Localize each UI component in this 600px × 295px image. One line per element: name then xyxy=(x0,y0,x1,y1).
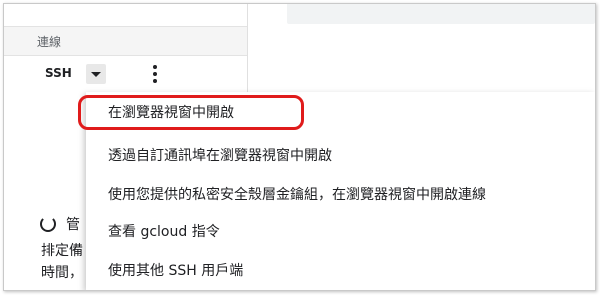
chevron-down-icon xyxy=(91,72,101,77)
menu-item-view-gcloud[interactable]: 查看 gcloud 指令 xyxy=(86,213,595,247)
menu-item-other-ssh-client[interactable]: 使用其他 SSH 用戶端 xyxy=(86,252,595,286)
highlight-box xyxy=(78,95,304,130)
more-actions-icon[interactable] xyxy=(148,62,162,86)
column-header: 連線 xyxy=(4,26,247,56)
ssh-dropdown-button[interactable] xyxy=(86,64,106,84)
menu-item-label: 查看 gcloud 指令 xyxy=(108,224,220,240)
menu-item-label: 使用您提供的私密安全殼層金鑰組，在瀏覽器視窗中開啟連線 xyxy=(108,187,486,203)
instance-table: 連線 SSH xyxy=(4,4,247,94)
top-bar xyxy=(287,4,595,24)
menu-item-label: 透過自訂通訊埠在瀏覽器視窗中開啟 xyxy=(108,148,332,164)
screenshot-frame: 連線 SSH 管 排定備 時間， 在瀏覽器視窗中開啟 透過自訂通訊埠在瀏覽器視窗… xyxy=(3,3,596,291)
card-title: 管 xyxy=(66,217,80,233)
card-line-1: 排定備 xyxy=(41,243,83,259)
refresh-icon xyxy=(40,216,56,232)
menu-item-open-custom-port[interactable]: 透過自訂通訊埠在瀏覽器視窗中開啟 xyxy=(86,137,595,171)
menu-item-open-private-key[interactable]: 使用您提供的私密安全殼層金鑰組，在瀏覽器視窗中開啟連線 xyxy=(86,176,595,210)
ssh-button-label[interactable]: SSH xyxy=(45,66,72,80)
column-header-connect: 連線 xyxy=(37,35,62,49)
menu-item-label: 使用其他 SSH 用戶端 xyxy=(108,263,244,279)
card-line-2: 時間， xyxy=(41,265,83,281)
